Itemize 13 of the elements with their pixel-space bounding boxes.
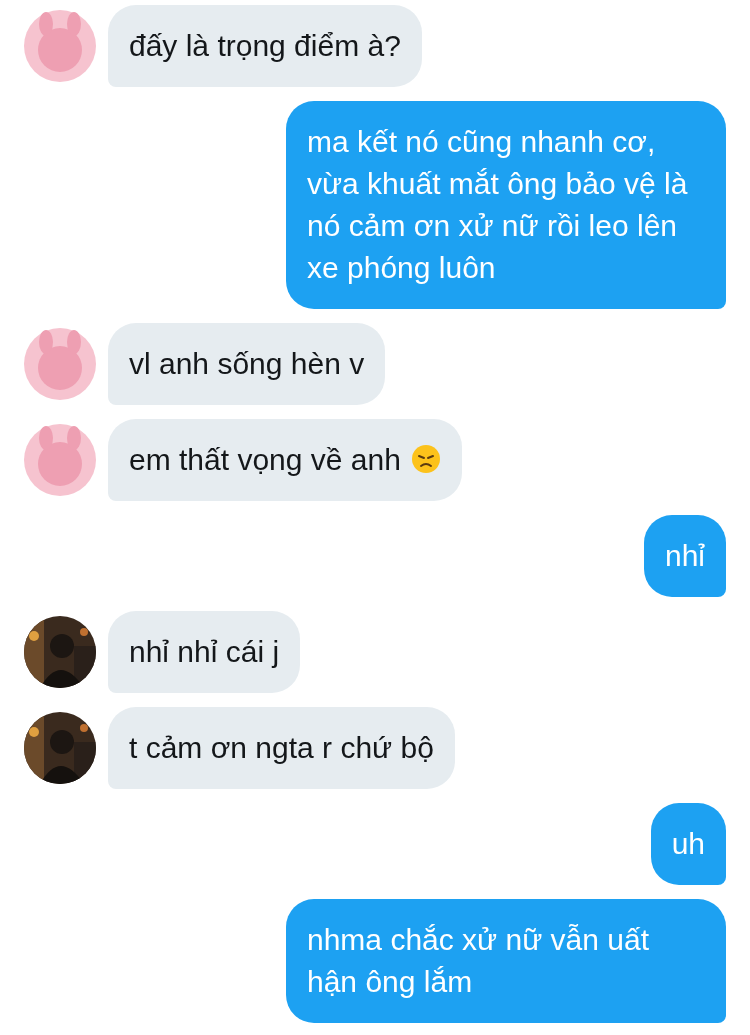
message-bubble: nhma chắc xử nữ vẫn uất hận ông lắm — [286, 899, 726, 1023]
avatar-icon — [24, 424, 96, 496]
message-bubble: nhỉ nhỉ cái j — [108, 611, 301, 693]
message-bubble: vl anh sống hèn v — [108, 323, 386, 405]
avatar-icon — [24, 328, 96, 400]
message-bubble: t cảm ơn ngta r chứ bộ — [108, 707, 455, 789]
message-bubble: em thất vọng về anh — [108, 419, 462, 501]
message-bubble: uh — [650, 803, 726, 885]
message-bubble: đấy là trọng điểm à? — [108, 5, 422, 87]
message-bubble: ma kết nó cũng nhanh cơ, vừa khuất mắt ông bảo vệ là nó cảm ơn xử nữ rồi leo lên xe phóng luôn — [286, 101, 726, 309]
avatar-icon — [24, 10, 96, 82]
sad-face-icon — [410, 444, 441, 474]
message-bubble: nhỉ — [643, 515, 726, 597]
